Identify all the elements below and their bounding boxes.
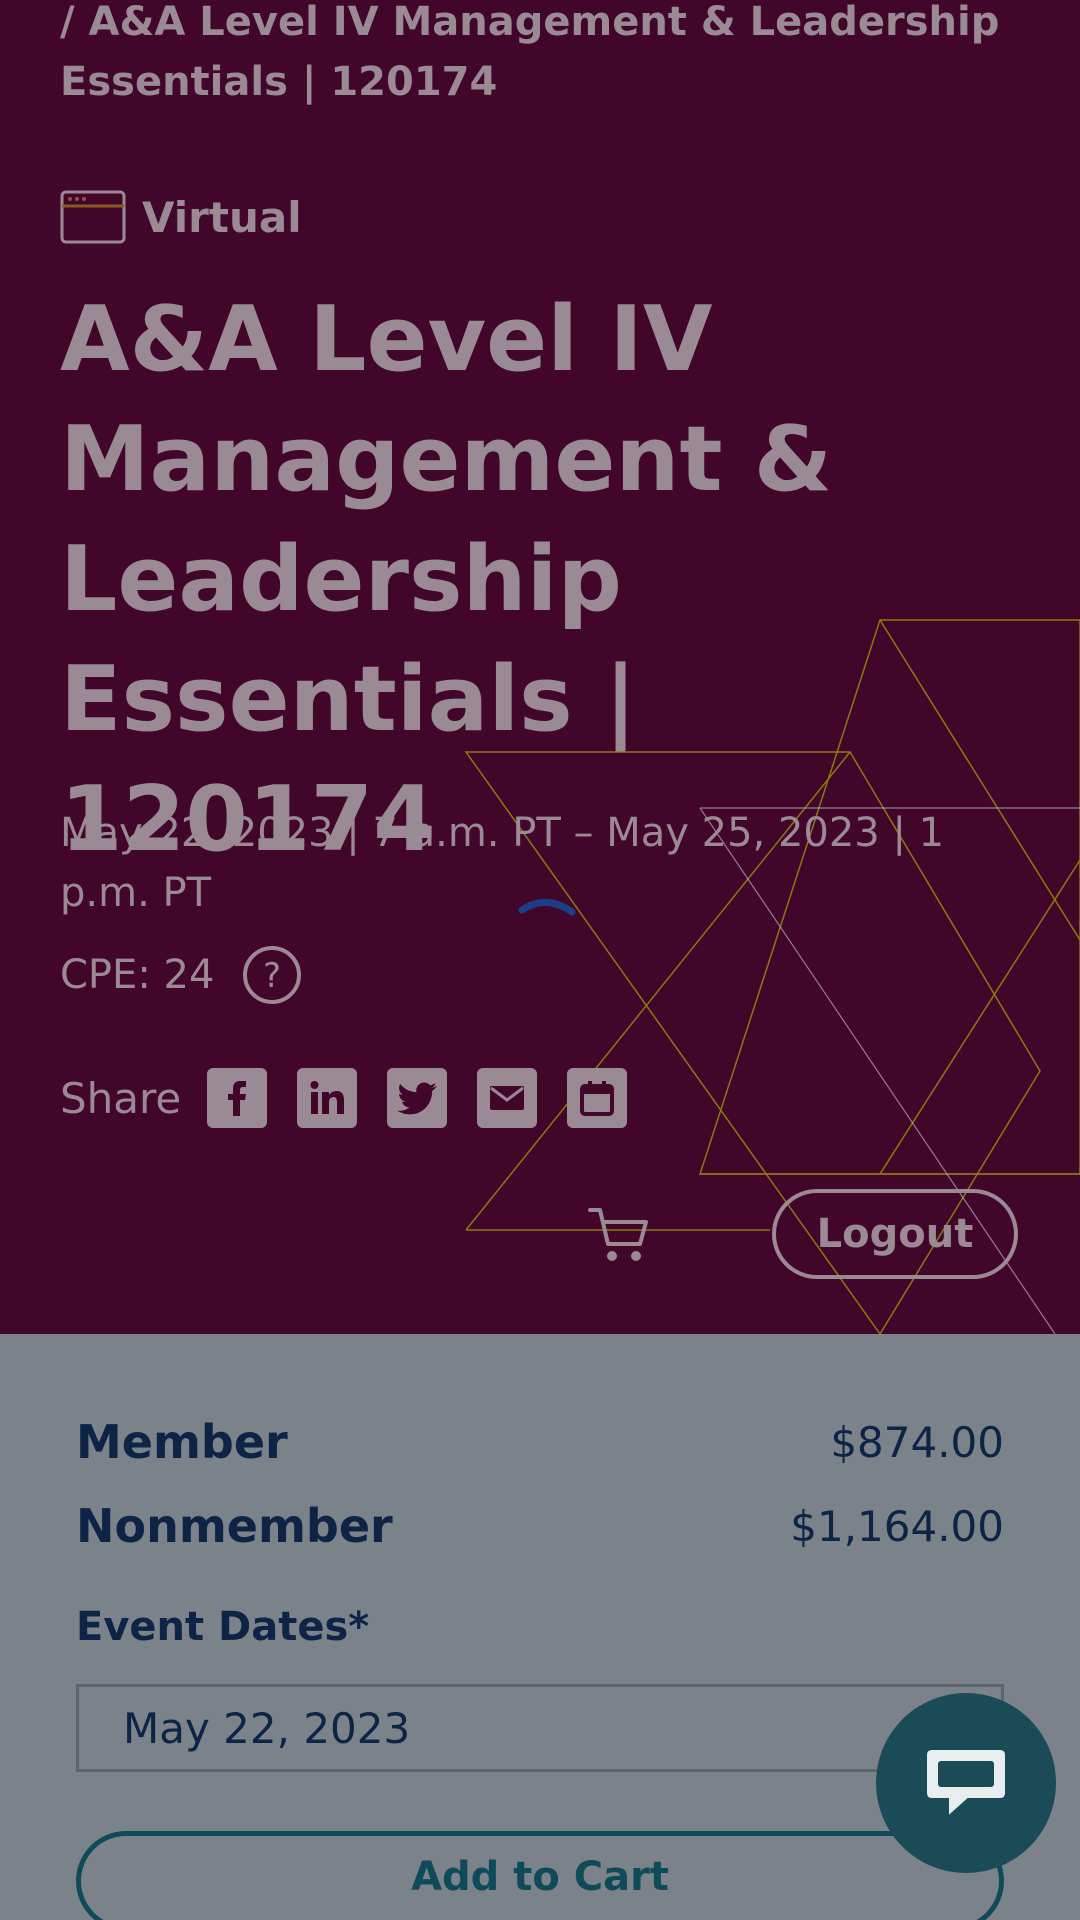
svg-text:?: ?	[263, 956, 281, 996]
cpe-credits: CPE: 24	[60, 952, 215, 998]
price-label: Member	[76, 1415, 288, 1469]
pricing-list: Member $874.00 Nonmember $1,164.00	[76, 1400, 1004, 1568]
share-bar: Share	[60, 1066, 657, 1130]
price-label: Nonmember	[76, 1499, 393, 1553]
email-icon[interactable]	[477, 1068, 538, 1128]
page-title: A&A Level IV Management & Leadership Ess…	[60, 287, 833, 872]
selected-date: May 22, 2023	[123, 1703, 411, 1753]
price-value: $1,164.00	[790, 1501, 1004, 1551]
chat-icon	[925, 1748, 1007, 1820]
event-hero: / A&A Level IV Management & Leadership E…	[0, 0, 1080, 1334]
facebook-icon[interactable]	[207, 1068, 268, 1128]
linkedin-icon[interactable]	[297, 1068, 358, 1128]
price-row-member: Member $874.00	[76, 1400, 1004, 1484]
cpe-info: CPE: 24 ?	[60, 945, 302, 1005]
share-label: Share	[60, 1073, 182, 1123]
event-format: Virtual	[60, 190, 302, 244]
format-label: Virtual	[142, 192, 302, 242]
help-icon[interactable]: ?	[242, 945, 302, 1005]
loading-spinner	[518, 899, 576, 916]
price-row-nonmember: Nonmember $1,164.00	[76, 1484, 1004, 1568]
calendar-icon[interactable]	[567, 1068, 628, 1128]
chat-button[interactable]	[876, 1693, 1056, 1873]
event-dates-label: Event Dates*	[76, 1604, 370, 1650]
event-dates-select[interactable]: May 22, 2023	[76, 1684, 1004, 1772]
add-to-cart-button[interactable]: Add to Cart	[76, 1831, 1004, 1920]
twitter-icon[interactable]	[387, 1068, 448, 1128]
virtual-icon	[60, 190, 126, 244]
cart-icon[interactable]	[588, 1204, 652, 1268]
breadcrumb: / A&A Level IV Management & Leadership E…	[60, 0, 1000, 105]
logout-button[interactable]: Logout	[772, 1189, 1018, 1279]
price-value: $874.00	[830, 1417, 1004, 1467]
